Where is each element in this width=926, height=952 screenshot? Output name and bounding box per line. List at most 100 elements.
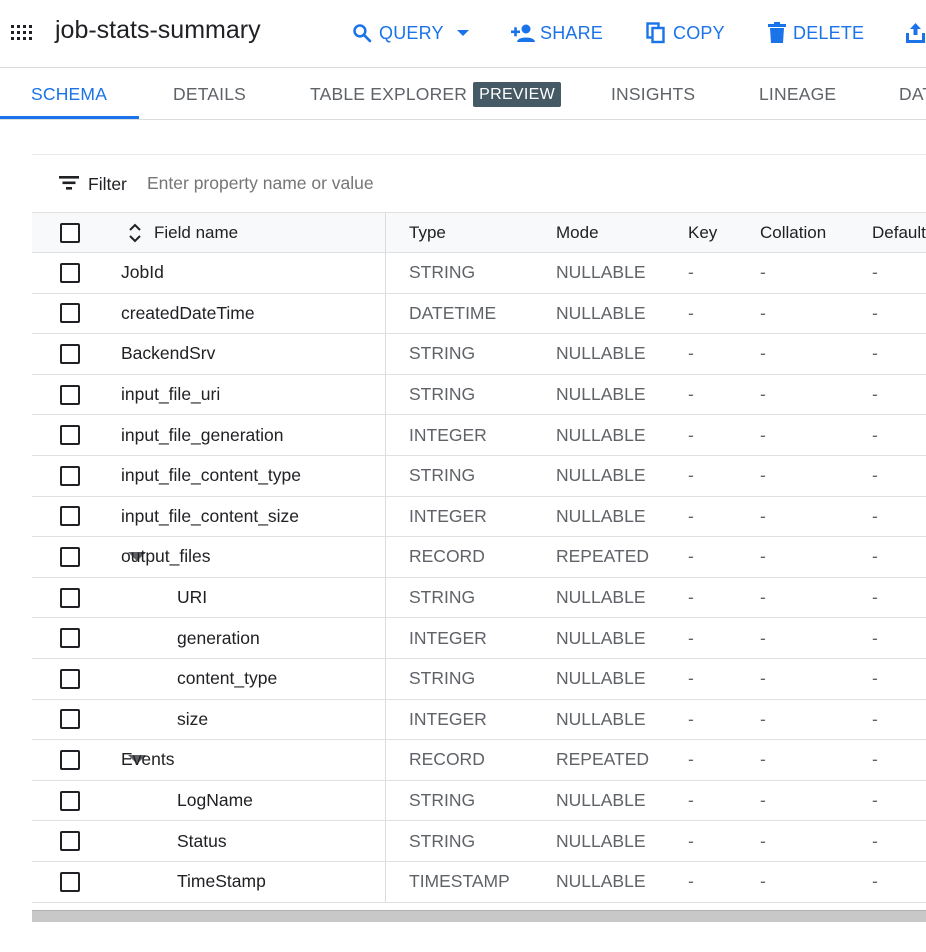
field-type: STRING — [409, 790, 476, 811]
export-button[interactable] — [905, 20, 926, 46]
row-select-cell — [32, 578, 108, 618]
field-type: STRING — [409, 465, 476, 486]
tab-table-explorer[interactable]: TABLE EXPLORER PREVIEW — [310, 69, 562, 119]
export-icon — [906, 23, 925, 43]
field-collation: - — [760, 546, 766, 567]
field-mode: NULLABLE — [556, 505, 646, 526]
field-mode: NULLABLE — [556, 587, 646, 608]
field-key: - — [688, 668, 694, 689]
column-header-field-name[interactable]: Field name — [108, 213, 386, 252]
row-checkbox[interactable] — [60, 709, 80, 730]
table-row[interactable]: input_file_uri STRING NULLABLE - - - — [32, 374, 926, 416]
apps-grid-icon[interactable] — [10, 23, 34, 47]
row-checkbox[interactable] — [60, 384, 80, 405]
tab-data[interactable]: DAT — [899, 69, 926, 119]
field-name-cell: JobId — [108, 253, 386, 293]
sort-icon[interactable] — [128, 222, 142, 244]
field-collation: - — [760, 668, 766, 689]
active-tab-indicator — [0, 116, 139, 119]
query-label: QUERY — [379, 22, 444, 43]
row-checkbox[interactable] — [60, 668, 80, 689]
table-row[interactable]: output_files RECORD REPEATED - - - — [32, 537, 926, 578]
field-name-cell: BackendSrv — [108, 334, 386, 374]
row-checkbox[interactable] — [60, 831, 80, 852]
query-button[interactable]: QUERY — [352, 20, 470, 46]
row-select-cell — [32, 618, 108, 658]
field-name: LogName — [177, 790, 253, 811]
tab-schema[interactable]: SCHEMA — [31, 69, 107, 119]
share-button[interactable]: SHARE — [511, 20, 603, 46]
table-row[interactable]: Status STRING NULLABLE - - - — [32, 821, 926, 862]
field-default: - — [872, 505, 878, 526]
table-row[interactable]: input_file_content_size INTEGER NULLABLE - -… — [32, 496, 926, 538]
tab-insights[interactable]: INSIGHTS — [611, 69, 695, 119]
row-checkbox[interactable] — [60, 343, 80, 364]
table-row[interactable]: content_type STRING NULLABLE - - - — [32, 658, 926, 700]
table-row[interactable]: JobId STRING NULLABLE - - - — [32, 253, 926, 294]
field-mode: REPEATED — [556, 749, 650, 770]
tab-table-explorer-label: TABLE EXPLORER — [310, 83, 468, 104]
field-collation: - — [760, 587, 766, 608]
field-type: RECORD — [409, 749, 485, 770]
field-mode: NULLABLE — [556, 830, 646, 851]
copy-label: COPY — [673, 22, 725, 43]
field-default: - — [872, 424, 878, 445]
table-title: job-stats-summary — [55, 16, 261, 44]
field-name-cell: size — [108, 699, 386, 740]
table-row[interactable]: generation INTEGER NULLABLE - - - — [32, 618, 926, 659]
table-row[interactable]: createdDateTime DATETIME NULLABLE - - - — [32, 293, 926, 335]
row-checkbox[interactable] — [60, 465, 80, 486]
table-row[interactable]: BackendSrv STRING NULLABLE - - - — [32, 334, 926, 375]
field-mode: NULLABLE — [556, 790, 646, 811]
field-mode: NULLABLE — [556, 343, 646, 364]
table-row[interactable]: TimeStamp TIMESTAMP NULLABLE - - - — [32, 861, 926, 903]
copy-button[interactable]: COPY — [646, 20, 725, 46]
field-name: input_file_content_type — [121, 465, 301, 486]
field-mode: NULLABLE — [556, 262, 646, 283]
filter-input[interactable] — [147, 168, 547, 198]
field-name-cell: URI — [108, 577, 386, 618]
row-select-cell — [32, 415, 108, 455]
delete-button[interactable]: DELETE — [768, 20, 864, 46]
row-select-cell — [32, 456, 108, 496]
row-checkbox[interactable] — [60, 506, 80, 527]
dropdown-arrow-icon[interactable] — [456, 28, 470, 38]
tab-details[interactable]: DETAILS — [173, 69, 246, 119]
copy-icon — [646, 22, 665, 44]
field-default: - — [872, 708, 878, 729]
horizontal-scrollbar[interactable] — [32, 910, 926, 922]
select-all-cell — [32, 213, 108, 252]
field-collation: - — [760, 749, 766, 770]
field-collation: - — [760, 708, 766, 729]
row-checkbox[interactable] — [60, 262, 80, 283]
field-collation: - — [760, 871, 766, 892]
field-name-header-label: Field name — [154, 222, 239, 242]
filter-icon[interactable] — [59, 174, 79, 190]
table-row[interactable]: input_file_generation INTEGER NULLABLE - - - — [32, 415, 926, 456]
field-name: content_type — [177, 668, 278, 689]
table-row[interactable]: URI STRING NULLABLE - - - — [32, 577, 926, 619]
table-row[interactable]: Events RECORD REPEATED - - - — [32, 740, 926, 781]
row-checkbox[interactable] — [60, 546, 80, 567]
row-checkbox[interactable] — [60, 303, 80, 324]
table-row[interactable]: size INTEGER NULLABLE - - - — [32, 699, 926, 741]
row-checkbox[interactable] — [60, 749, 80, 770]
field-collation: - — [760, 424, 766, 445]
field-name: createdDateTime — [121, 302, 255, 323]
row-checkbox[interactable] — [60, 587, 80, 608]
row-select-cell — [32, 700, 108, 740]
row-checkbox[interactable] — [60, 628, 80, 649]
table-row[interactable]: LogName STRING NULLABLE - - - — [32, 780, 926, 822]
field-name: TimeStamp — [177, 871, 266, 892]
select-all-checkbox[interactable] — [60, 222, 80, 243]
row-checkbox[interactable] — [60, 790, 80, 811]
field-name: size — [177, 708, 209, 729]
row-checkbox[interactable] — [60, 871, 80, 892]
row-select-cell — [32, 740, 108, 780]
tab-lineage[interactable]: LINEAGE — [759, 69, 836, 119]
row-checkbox[interactable] — [60, 425, 80, 446]
table-row[interactable]: input_file_content_type STRING NULLABLE - - - — [32, 455, 926, 497]
row-select-cell — [32, 497, 108, 537]
field-name-cell: Status — [108, 821, 386, 861]
field-name-cell: input_file_generation — [108, 415, 386, 455]
